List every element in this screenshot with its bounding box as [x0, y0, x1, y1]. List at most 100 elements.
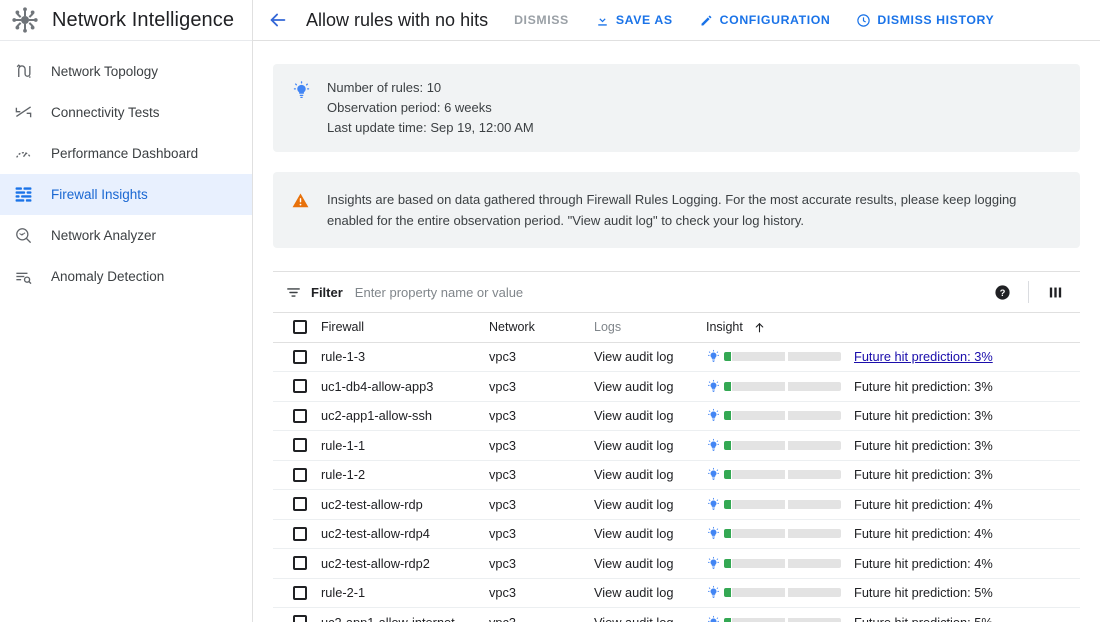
meter-segment-filled	[724, 352, 731, 362]
prediction-label: Future hit prediction: 4%	[854, 496, 993, 512]
meter-segment-filled	[724, 381, 731, 391]
columns-icon[interactable]	[1042, 279, 1068, 305]
save-as-button[interactable]: SAVE AS	[595, 13, 673, 28]
prediction-label[interactable]: Future hit prediction: 3%	[854, 349, 993, 364]
anomaly-icon	[14, 267, 42, 286]
sidebar-item-network-analyzer[interactable]: Network Analyzer	[0, 215, 252, 256]
row-select-cell	[273, 578, 321, 608]
select-all-checkbox[interactable]	[293, 320, 307, 335]
sidebar-item-firewall-insights[interactable]: Firewall Insights	[0, 174, 252, 215]
cell-spacer	[1044, 372, 1080, 402]
configuration-button[interactable]: CONFIGURATION	[699, 13, 831, 28]
table-row[interactable]: rule-1-1 vpc3 View audit log Future hit pr…	[273, 431, 1080, 461]
content-area: Number of rules: 10 Observation period: …	[253, 41, 1100, 622]
warning-triangle-icon	[291, 189, 327, 231]
row-checkbox[interactable]	[293, 349, 307, 364]
filter-input[interactable]	[354, 284, 989, 300]
cell-logs[interactable]: View audit log	[594, 431, 706, 461]
info-line-updated: Last update time: Sep 19, 12:00 AM	[327, 120, 534, 135]
table-row[interactable]: rule-1-3 vpc3 View audit log Future hit pr…	[273, 342, 1080, 372]
save-as-label: SAVE AS	[615, 13, 673, 27]
meter-segment-empty	[732, 499, 785, 509]
table-row[interactable]: rule-2-1 vpc3 View audit log Future hit pr…	[273, 578, 1080, 608]
cell-network: vpc3	[489, 437, 517, 453]
dismiss-history-button[interactable]: DISMISS HISTORY	[856, 13, 994, 28]
table-row[interactable]: uc2-test-allow-rdp vpc3 View audit log Fut…	[273, 490, 1080, 520]
filter-bar: Filter ?	[273, 272, 1080, 313]
cell-firewall: rule-1-1	[321, 437, 366, 453]
sidebar-item-performance-dashboard[interactable]: Performance Dashboard	[0, 133, 252, 174]
select-all-cell	[273, 313, 321, 343]
toolbar-divider	[1028, 281, 1029, 303]
info-card: Number of rules: 10 Observation period: …	[273, 64, 1080, 152]
prediction-label: Future hit prediction: 4%	[854, 526, 993, 542]
column-header-logs[interactable]: Logs	[594, 313, 706, 343]
cell-network: vpc3	[489, 349, 517, 365]
cell-logs[interactable]: View audit log	[594, 519, 706, 549]
cell-logs[interactable]: View audit log	[594, 578, 706, 608]
row-checkbox[interactable]	[293, 438, 307, 453]
cell-logs[interactable]: View audit log	[594, 608, 706, 622]
column-header-firewall[interactable]: Firewall	[321, 313, 489, 343]
clock-icon	[856, 13, 871, 28]
cell-network: vpc3	[489, 555, 517, 571]
network-hub-icon	[8, 3, 42, 37]
dismiss-button[interactable]: DISMISS	[514, 13, 569, 27]
row-checkbox[interactable]	[293, 556, 307, 571]
cell-firewall: uc2-app1-allow-internet	[321, 608, 489, 622]
table-row[interactable]: uc2-app1-allow-ssh vpc3 View audit log Fut…	[273, 401, 1080, 431]
sidebar-item-connectivity-tests[interactable]: Connectivity Tests	[0, 92, 252, 133]
cell-network: vpc3	[489, 496, 517, 512]
row-checkbox[interactable]	[293, 585, 307, 600]
row-checkbox[interactable]	[293, 615, 307, 622]
cell-logs[interactable]: View audit log	[594, 460, 706, 490]
cell-network: vpc3	[489, 408, 517, 424]
table-row[interactable]: uc1-db4-allow-app3 vpc3 View audit log Fut…	[273, 372, 1080, 402]
table-row[interactable]: uc2-test-allow-rdp2 vpc3 View audit log Fu…	[273, 549, 1080, 579]
prediction-label: Future hit prediction: 3%	[854, 408, 993, 424]
cell-logs[interactable]: View audit log	[594, 401, 706, 431]
cell-firewall: rule-1-3	[321, 349, 366, 365]
meter-segment-filled	[724, 588, 731, 598]
row-checkbox[interactable]	[293, 467, 307, 482]
meter-segment-filled	[724, 440, 731, 450]
meter-segment-empty	[732, 440, 785, 450]
dismiss-label: DISMISS	[514, 13, 569, 27]
filter-icon[interactable]	[285, 284, 302, 301]
cell-network: vpc3	[489, 378, 517, 394]
info-line-rules: Number of rules: 10	[327, 80, 442, 95]
row-checkbox[interactable]	[293, 408, 307, 423]
sidebar-item-network-topology[interactable]: Network Topology	[0, 51, 252, 92]
firewall-rules-table: Firewall Network Logs Insight rule-1-3 v…	[273, 313, 1080, 622]
meter-segment-empty	[788, 352, 841, 362]
row-checkbox[interactable]	[293, 526, 307, 541]
cell-logs[interactable]: View audit log	[594, 372, 706, 402]
warning-card-text: Insights are based on data gathered thro…	[327, 192, 1017, 228]
table-row[interactable]: uc2-app1-allow-internetvpc3View audit lo…	[273, 608, 1080, 622]
firewall-icon	[14, 185, 42, 204]
row-checkbox[interactable]	[293, 379, 307, 394]
meter-segment-empty	[788, 499, 841, 509]
cell-insight: Future hit prediction: 4%	[706, 490, 1044, 520]
cell-logs[interactable]: View audit log	[594, 342, 706, 372]
sidebar-item-anomaly-detection[interactable]: Anomaly Detection	[0, 256, 252, 297]
brand: Network Intelligence	[0, 0, 252, 41]
help-icon[interactable]: ?	[989, 279, 1015, 305]
column-header-insight[interactable]: Insight	[706, 313, 1044, 343]
cell-insight: Future hit prediction: 5%	[706, 608, 1044, 622]
column-header-network[interactable]: Network	[489, 313, 594, 343]
prediction-label: Future hit prediction: 3%	[854, 378, 993, 394]
info-line-period: Observation period: 6 weeks	[327, 100, 492, 115]
table-head: Firewall Network Logs Insight	[273, 313, 1080, 343]
row-select-cell	[273, 342, 321, 372]
cell-logs[interactable]: View audit log	[594, 490, 706, 520]
table-row[interactable]: rule-1-2 vpc3 View audit log Future hit pr…	[273, 460, 1080, 490]
cell-logs[interactable]: View audit log	[594, 549, 706, 579]
sidebar-item-label: Anomaly Detection	[51, 269, 165, 284]
table-row[interactable]: uc2-test-allow-rdp4 vpc3 View audit log Fu…	[273, 519, 1080, 549]
arrow-back-icon[interactable]	[263, 5, 293, 35]
cell-insight: Future hit prediction: 4%	[706, 549, 1044, 579]
meter-segment-empty	[732, 529, 785, 539]
row-checkbox[interactable]	[293, 497, 307, 512]
insight-meter	[724, 381, 841, 391]
